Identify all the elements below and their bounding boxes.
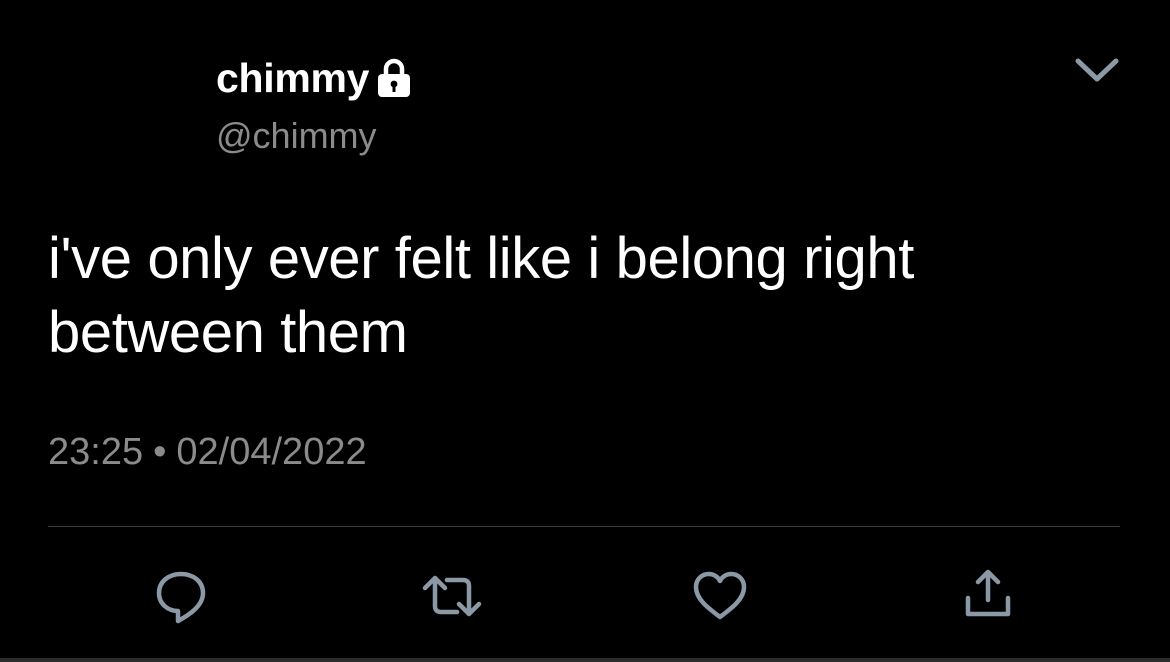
display-name[interactable]: chimmy bbox=[216, 54, 369, 102]
heart-icon bbox=[690, 566, 750, 626]
tweet-text-line-1: i've only ever felt like i belong right bbox=[48, 226, 914, 291]
chevron-down-icon[interactable] bbox=[1072, 52, 1122, 86]
tweet-text: i've only ever felt like i belong right … bbox=[48, 222, 1098, 370]
like-button[interactable] bbox=[690, 566, 750, 626]
share-icon bbox=[960, 566, 1020, 626]
tweet-timestamp: 23:25 • 02/04/2022 bbox=[48, 428, 367, 476]
name-row: chimmy bbox=[216, 54, 413, 102]
separator-dot: • bbox=[153, 431, 167, 473]
reply-icon bbox=[151, 566, 211, 626]
user-handle[interactable]: @chimmy bbox=[216, 114, 413, 158]
retweet-icon bbox=[421, 566, 483, 626]
lock-icon bbox=[375, 57, 413, 99]
tweet-header: chimmy @chimmy bbox=[216, 54, 413, 158]
share-button[interactable] bbox=[960, 566, 1020, 626]
reply-button[interactable] bbox=[151, 566, 211, 626]
tweet-text-line-2: between them bbox=[48, 300, 408, 365]
tweet-card: chimmy @chimmy i've only ever felt like … bbox=[0, 0, 1170, 662]
bottom-border bbox=[0, 658, 1170, 662]
tweet-date: 02/04/2022 bbox=[176, 431, 367, 473]
retweet-button[interactable] bbox=[421, 566, 483, 626]
tweet-time: 23:25 bbox=[48, 431, 144, 473]
action-bar bbox=[0, 560, 1170, 630]
divider bbox=[48, 526, 1120, 527]
